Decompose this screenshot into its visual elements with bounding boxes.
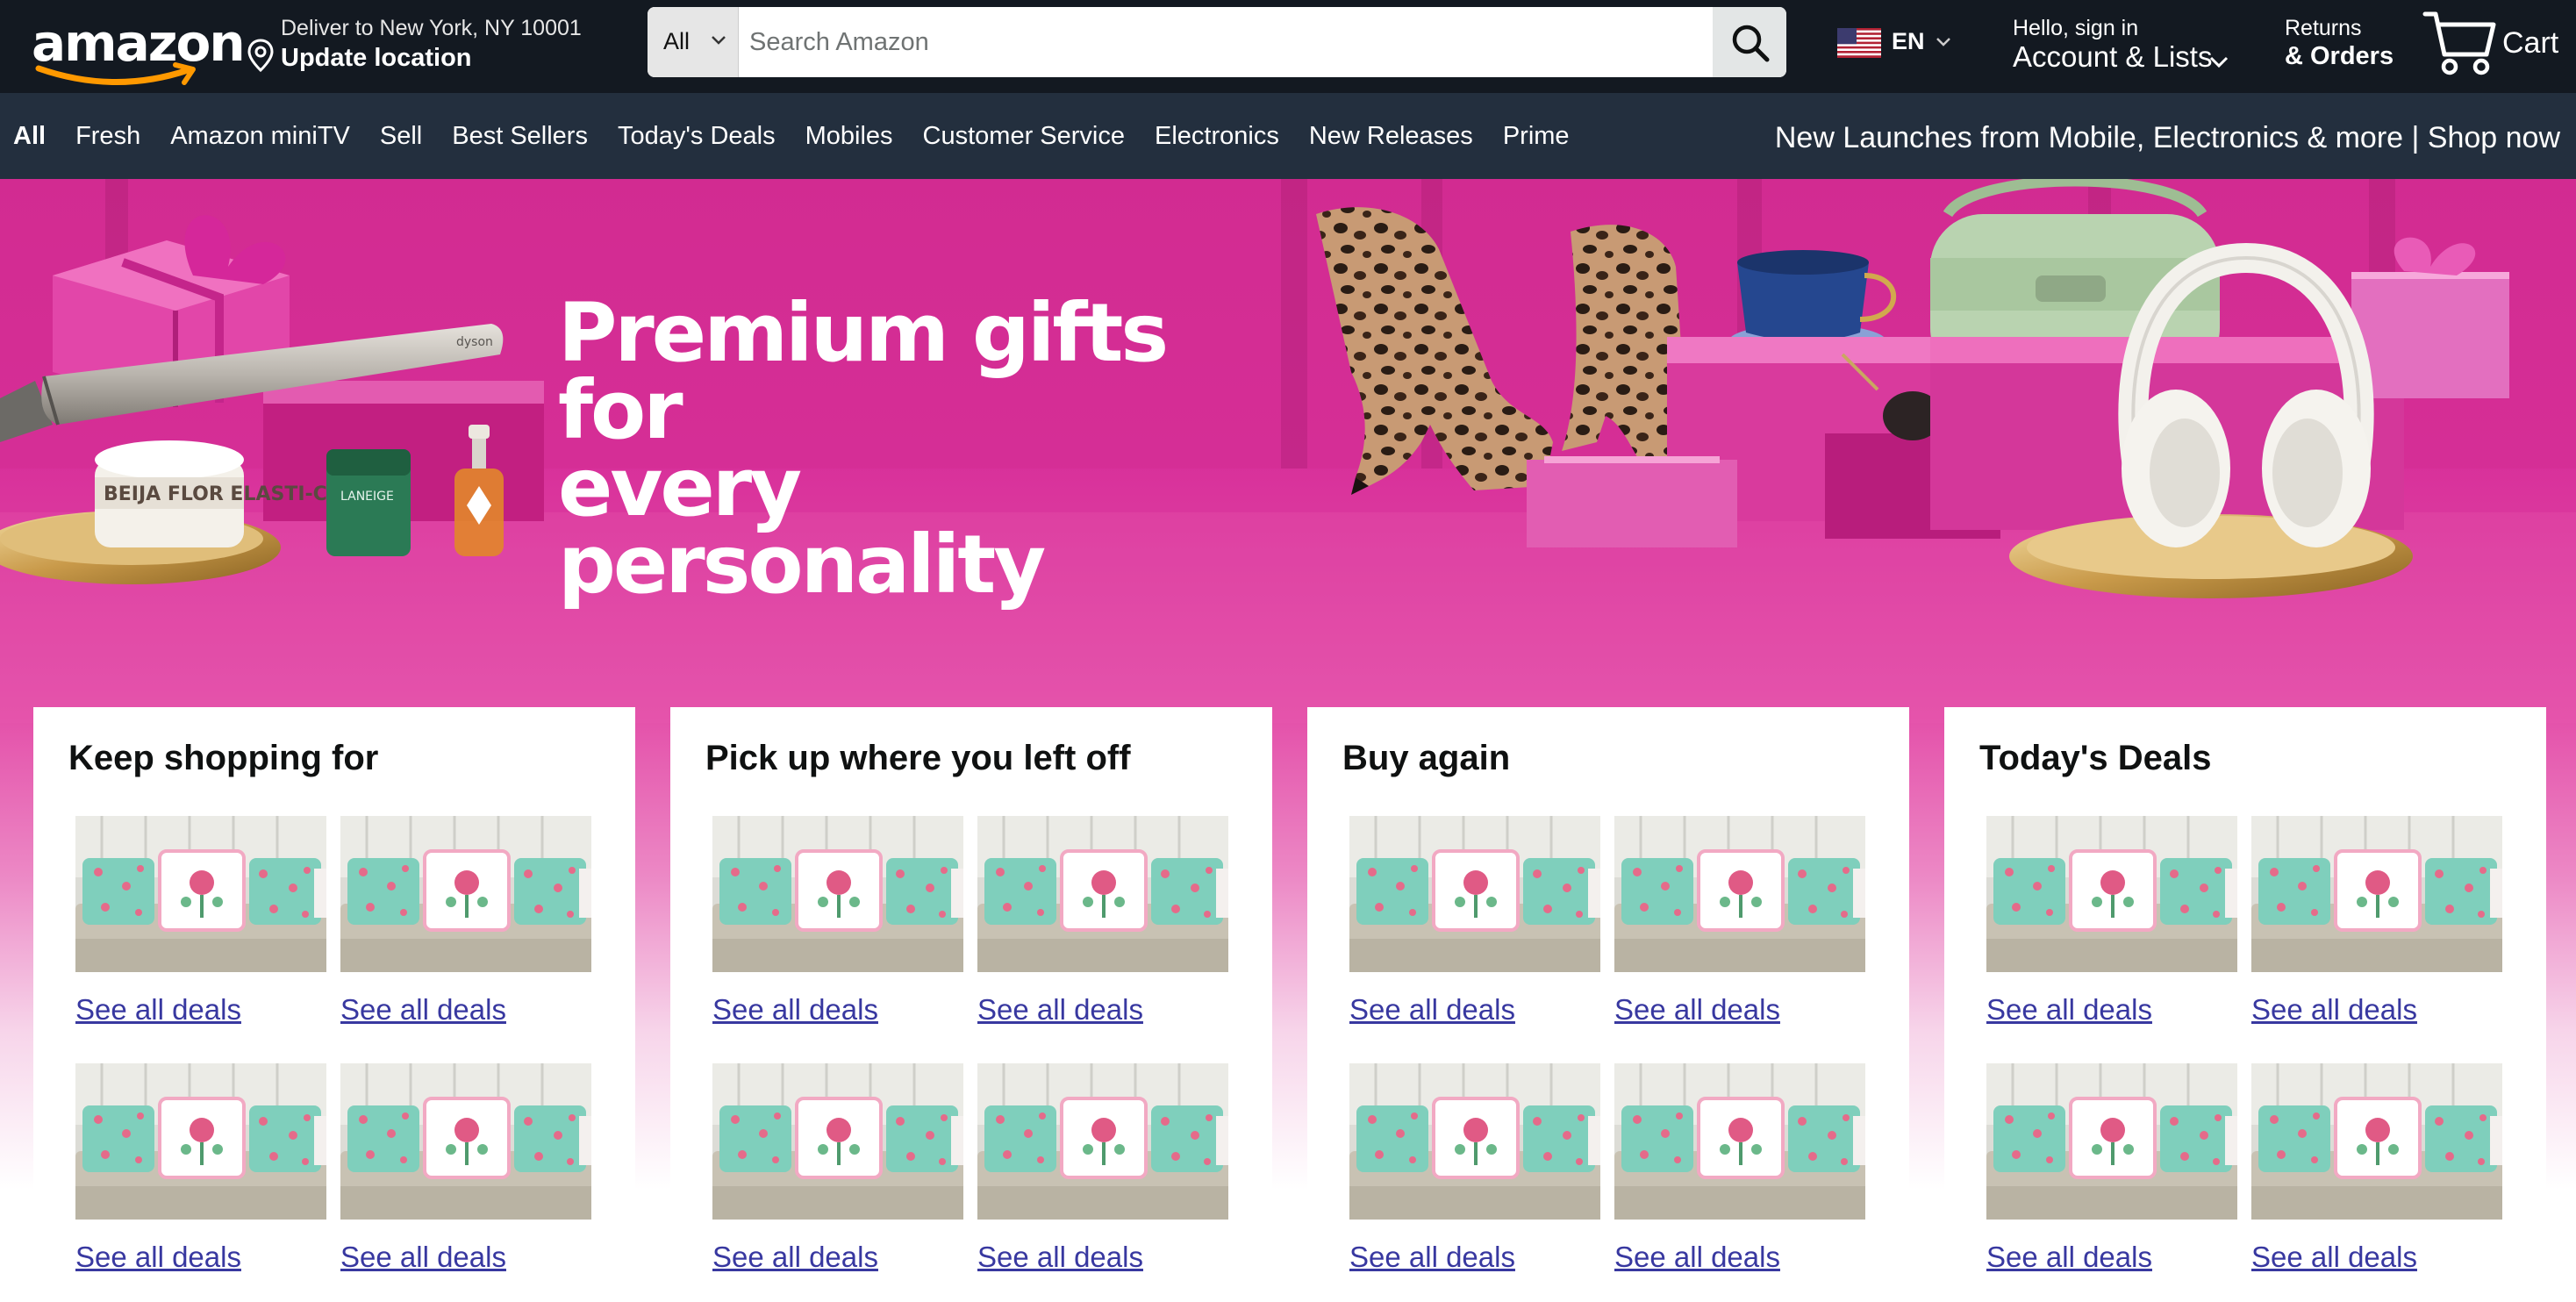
- search-category-label: All: [663, 28, 691, 54]
- chevron-down-icon: [712, 36, 726, 45]
- nav-item-prime[interactable]: Prime: [1503, 122, 1570, 151]
- nav-item-best-sellers[interactable]: Best Sellers: [452, 122, 588, 151]
- see-all-deals-link[interactable]: See all deals: [977, 1241, 1143, 1274]
- sign-in-greeting: Hello, sign in: [2013, 16, 2139, 40]
- see-all-deals-link[interactable]: See all deals: [2251, 1241, 2417, 1274]
- secondary-nav-bar: All Fresh Amazon miniTV Sell Best Seller…: [0, 93, 2576, 179]
- see-all-deals-link[interactable]: See all deals: [1986, 1241, 2152, 1274]
- card-keep-shopping: Keep shopping for See all deals See all …: [33, 707, 635, 1302]
- product-image[interactable]: [1349, 1063, 1600, 1220]
- language-code: EN: [1892, 28, 1925, 54]
- nav-promo-link[interactable]: New Launches from Mobile, Electronics & …: [1775, 121, 2560, 155]
- update-location-text: Update location: [281, 44, 472, 72]
- see-all-deals-link[interactable]: See all deals: [2251, 993, 2417, 1027]
- product-image[interactable]: [340, 816, 591, 972]
- product-image[interactable]: [712, 816, 963, 972]
- see-all-deals-link[interactable]: See all deals: [977, 993, 1143, 1027]
- search-category-dropdown[interactable]: All: [648, 7, 739, 77]
- location-pin-icon: [247, 39, 274, 72]
- card-title: Pick up where you left off: [705, 739, 1131, 777]
- account-lists-label: Account & Lists: [2013, 40, 2213, 73]
- deliver-to-location[interactable]: Deliver to New York, NY 10001 Update loc…: [247, 14, 598, 79]
- top-header: amazon Deliver to New York, NY 10001 Upd…: [0, 0, 2576, 93]
- see-all-deals-link[interactable]: See all deals: [340, 993, 506, 1027]
- returns-label: Returns: [2285, 16, 2362, 40]
- see-all-deals-link[interactable]: See all deals: [1349, 993, 1515, 1027]
- svg-text:LANEIGE: LANEIGE: [340, 490, 394, 504]
- returns-and-orders[interactable]: Returns & Orders: [2285, 12, 2408, 82]
- cart-label: Cart: [2502, 26, 2559, 60]
- svg-text:dyson: dyson: [456, 335, 493, 349]
- hero-headline: Premium gifts for every personality: [558, 286, 1260, 612]
- see-all-deals-link[interactable]: See all deals: [1349, 1241, 1515, 1274]
- chevron-down-icon: [1936, 38, 1950, 46]
- product-image[interactable]: [1349, 816, 1600, 972]
- see-all-deals-link[interactable]: See all deals: [340, 1241, 506, 1274]
- svg-text:BEIJA FLOR ELASTI-CR: BEIJA FLOR ELASTI-CR: [104, 483, 342, 505]
- card-pick-up-where-left-off: Pick up where you left off See all deals…: [670, 707, 1272, 1302]
- nav-item-all[interactable]: All: [13, 122, 46, 151]
- search-bar: All: [648, 7, 1786, 77]
- nav-item-minitv[interactable]: Amazon miniTV: [170, 122, 350, 151]
- nav-item-customer-service[interactable]: Customer Service: [923, 122, 1125, 151]
- cart-icon: [2422, 11, 2496, 75]
- product-image[interactable]: [1986, 816, 2237, 972]
- us-flag-icon: [1837, 28, 1881, 58]
- hero-headline-line2: every personality: [558, 440, 1046, 612]
- product-image[interactable]: [712, 1063, 963, 1220]
- see-all-deals-link[interactable]: See all deals: [712, 1241, 878, 1274]
- cart-button[interactable]: Cart: [2422, 5, 2571, 79]
- card-title: Buy again: [1342, 739, 1511, 777]
- orders-label: & Orders: [2285, 42, 2394, 70]
- see-all-deals-link[interactable]: See all deals: [1614, 1241, 1780, 1274]
- search-input[interactable]: [739, 7, 1693, 77]
- see-all-deals-link[interactable]: See all deals: [75, 993, 241, 1027]
- search-icon: [1732, 25, 1770, 62]
- nav-item-electronics[interactable]: Electronics: [1155, 122, 1279, 151]
- nav-links: All Fresh Amazon miniTV Sell Best Seller…: [0, 93, 1599, 179]
- product-image[interactable]: [75, 816, 326, 972]
- nav-item-new-releases[interactable]: New Releases: [1309, 122, 1473, 151]
- product-image[interactable]: [2251, 1063, 2502, 1220]
- nav-item-mobiles[interactable]: Mobiles: [805, 122, 893, 151]
- card-title: Today's Deals: [1979, 739, 2212, 777]
- card-buy-again: Buy again See all deals See all deals Se…: [1307, 707, 1909, 1302]
- product-image[interactable]: [977, 1063, 1228, 1220]
- deliver-to-text: Deliver to New York, NY 10001: [281, 16, 582, 40]
- product-image[interactable]: [75, 1063, 326, 1220]
- see-all-deals-link[interactable]: See all deals: [1986, 993, 2152, 1027]
- product-image[interactable]: [2251, 816, 2502, 972]
- search-button[interactable]: [1713, 7, 1786, 77]
- hero-headline-line1: Premium gifts for: [558, 286, 1169, 457]
- nav-item-todays-deals[interactable]: Today's Deals: [618, 122, 776, 151]
- see-all-deals-link[interactable]: See all deals: [1614, 993, 1780, 1027]
- card-todays-deals: Today's Deals See all deals See all deal…: [1944, 707, 2546, 1302]
- product-image[interactable]: [1614, 816, 1865, 972]
- hero-gift-products-illustration: dyson BEIJA FLOR ELASTI-CR LANEIGE: [0, 179, 2576, 723]
- nav-item-fresh[interactable]: Fresh: [75, 122, 140, 151]
- product-image[interactable]: [1986, 1063, 2237, 1220]
- amazon-logo[interactable]: amazon: [26, 12, 246, 88]
- nav-item-sell[interactable]: Sell: [380, 122, 422, 151]
- product-image[interactable]: [977, 816, 1228, 972]
- logo-smile-icon: [35, 62, 196, 85]
- product-image[interactable]: [340, 1063, 591, 1220]
- language-selector[interactable]: EN: [1834, 21, 1962, 65]
- product-image[interactable]: [1614, 1063, 1865, 1220]
- see-all-deals-link[interactable]: See all deals: [75, 1241, 241, 1274]
- card-title: Keep shopping for: [68, 739, 379, 777]
- see-all-deals-link[interactable]: See all deals: [712, 993, 878, 1027]
- account-and-lists[interactable]: Hello, sign in Account & Lists: [2011, 12, 2239, 82]
- chevron-down-icon: [2209, 56, 2229, 68]
